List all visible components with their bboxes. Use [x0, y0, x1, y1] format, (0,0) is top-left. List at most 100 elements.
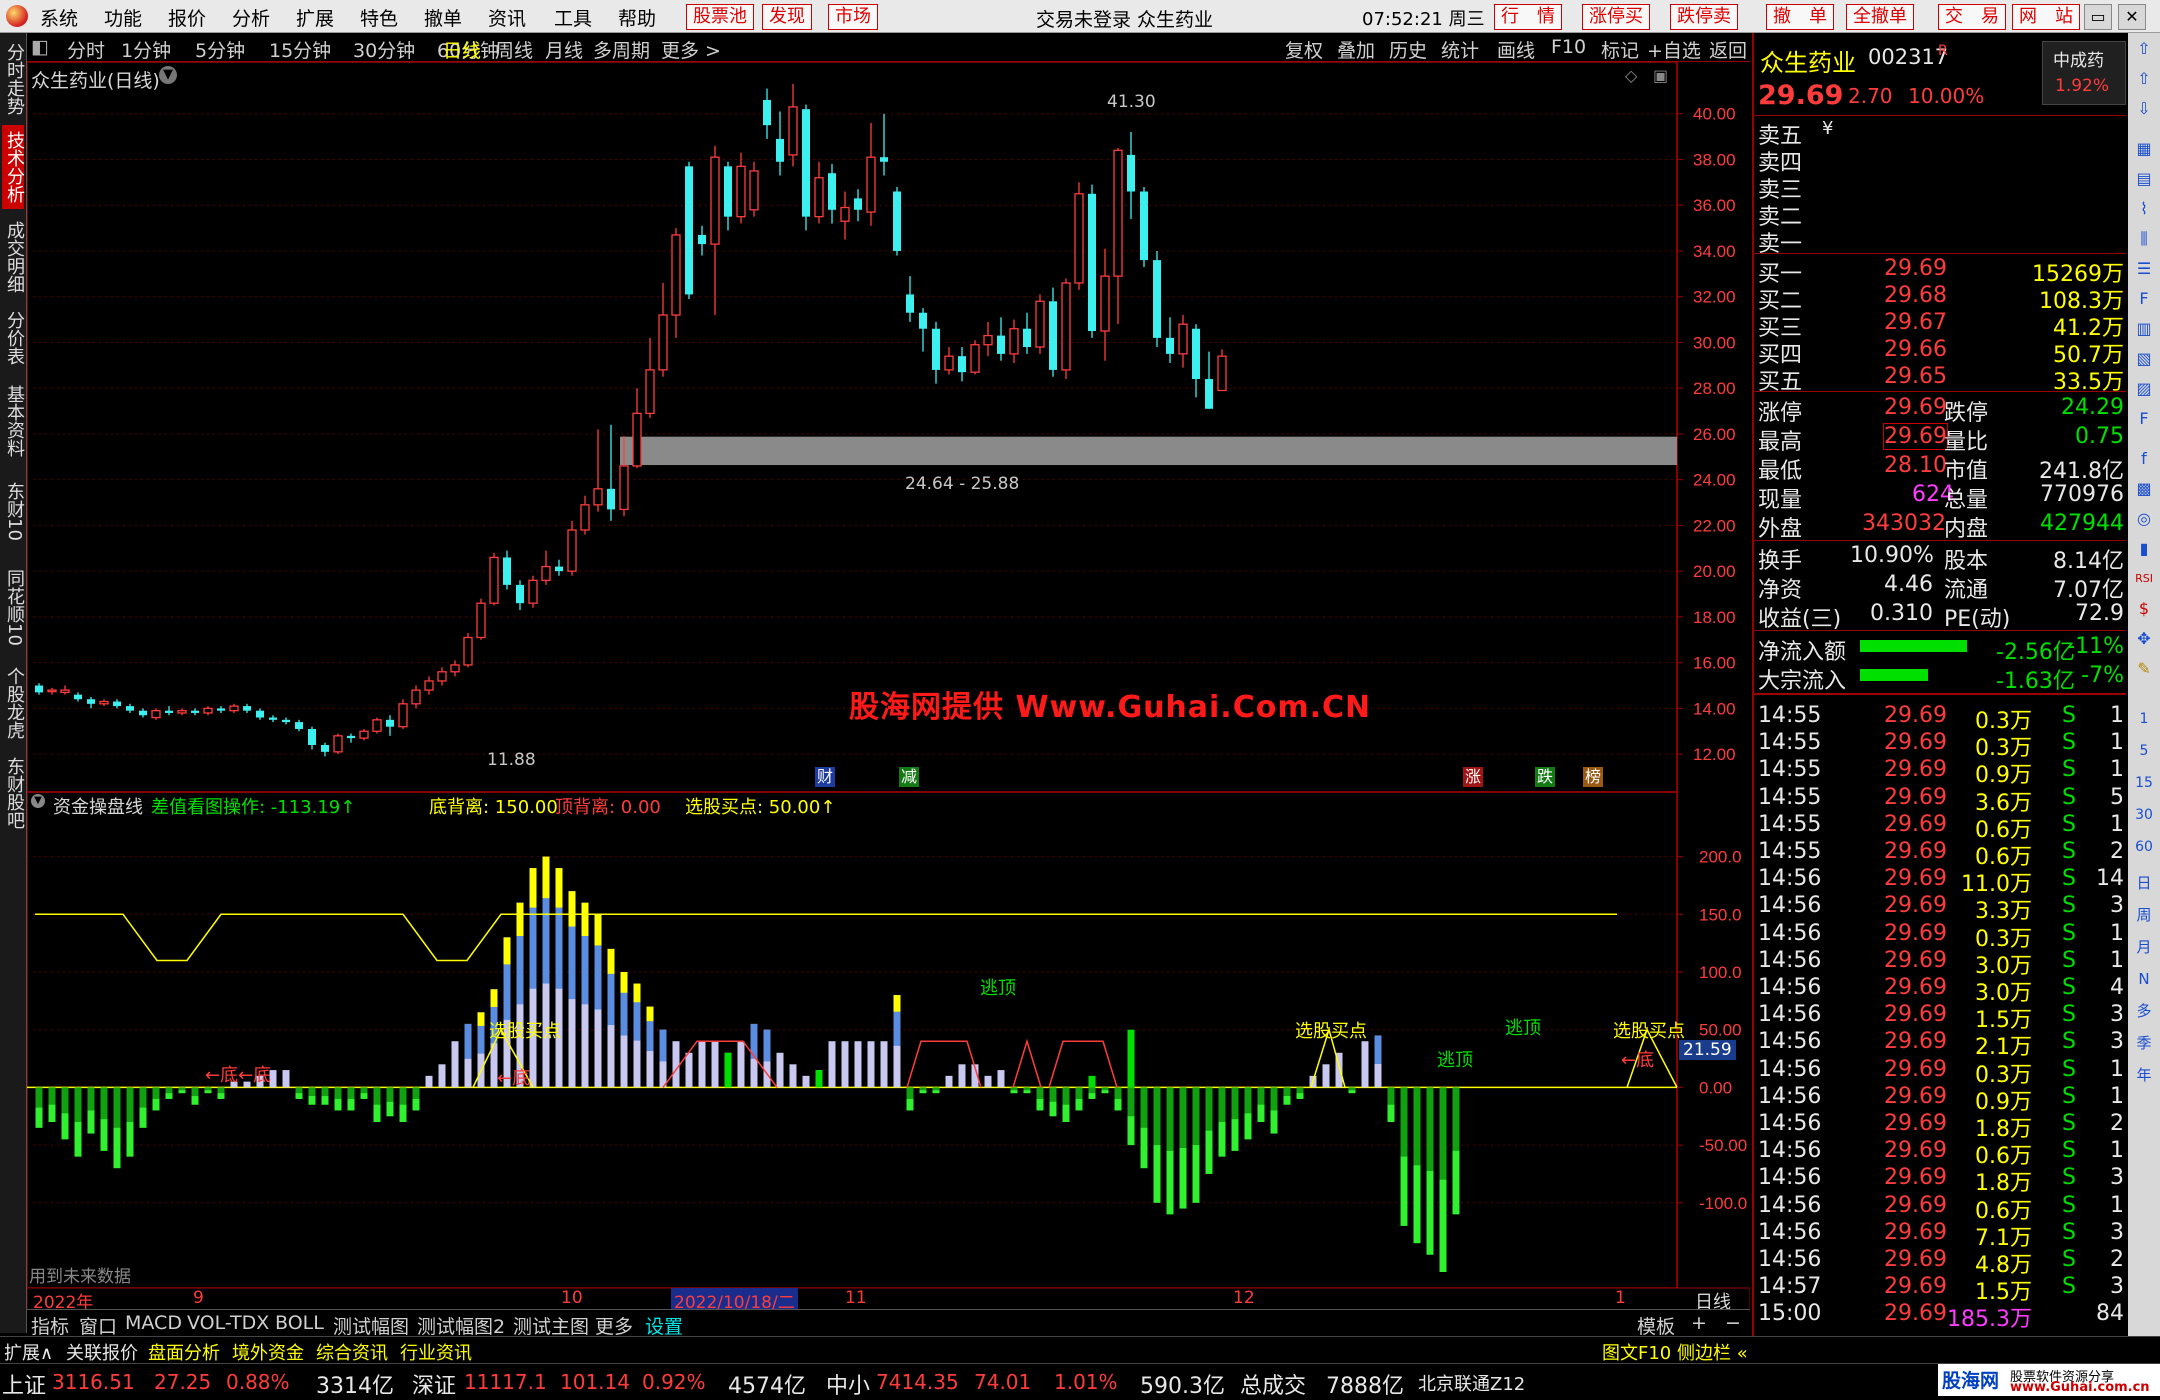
- window-icon[interactable]: ▣: [1653, 66, 1668, 85]
- f-icon[interactable]: F: [2134, 409, 2154, 429]
- extend-toggle[interactable]: 扩展∧: [4, 1339, 53, 1365]
- period-quarter-icon[interactable]: 季: [2134, 1033, 2154, 1053]
- marker-fall[interactable]: 跌: [1535, 767, 1555, 787]
- period-1min[interactable]: 1分钟: [121, 36, 171, 63]
- link-news[interactable]: 综合资讯: [316, 1339, 388, 1365]
- menu-market[interactable]: 市场: [828, 4, 878, 30]
- arrow-up2-icon[interactable]: ⇧: [2134, 69, 2154, 89]
- close-icon[interactable]: ✕: [2118, 4, 2146, 30]
- arrow-up-icon[interactable]: ⇧: [2134, 39, 2154, 59]
- tab-eastmoney10[interactable]: 东财10: [2, 469, 25, 553]
- calc-icon[interactable]: ▩: [2134, 479, 2154, 499]
- period-5-icon[interactable]: 5: [2134, 741, 2154, 761]
- add-pane-button[interactable]: +: [1691, 1312, 1707, 1334]
- chart2-icon[interactable]: ▧: [2134, 349, 2154, 369]
- period-5min[interactable]: 5分钟: [195, 36, 245, 63]
- tab-window[interactable]: 窗口: [79, 1312, 117, 1339]
- period-1-icon[interactable]: 1: [2134, 709, 2154, 729]
- line-chart-icon[interactable]: ⌇: [2134, 199, 2154, 219]
- tab-dragon-tiger[interactable]: 个股龙虎: [2, 661, 25, 745]
- link-industry-news[interactable]: 行业资讯: [400, 1339, 472, 1365]
- btn-limit-up-buy[interactable]: 涨停买: [1582, 4, 1650, 30]
- period-15-icon[interactable]: 15: [2134, 773, 2154, 793]
- period-15min[interactable]: 15分钟: [269, 36, 331, 63]
- tab-trades[interactable]: 成交明细: [2, 215, 25, 299]
- menu-function[interactable]: 功能: [104, 4, 142, 31]
- gauge-icon[interactable]: ◎: [2134, 509, 2154, 529]
- chart-options-icon[interactable]: ▼: [159, 66, 177, 84]
- btn-cancel-all[interactable]: 全撤单: [1846, 4, 1914, 30]
- tool-add-watch[interactable]: +自选: [1647, 36, 1701, 63]
- menu-analysis[interactable]: 分析: [232, 4, 270, 31]
- marker-rise[interactable]: 涨: [1463, 767, 1483, 787]
- table-icon[interactable]: ▤: [2134, 169, 2154, 189]
- tool-f10[interactable]: F10: [1551, 36, 1586, 58]
- tab-test-sub[interactable]: 测试幅图: [333, 1312, 409, 1339]
- period-week-icon[interactable]: 周: [2134, 905, 2154, 925]
- period-day[interactable]: 日线: [443, 36, 481, 63]
- tab-fundamentals[interactable]: 基本资料: [2, 379, 25, 463]
- btn-website[interactable]: 网 站: [2012, 4, 2080, 30]
- doc-icon[interactable]: ▥: [2134, 319, 2154, 339]
- period-year-icon[interactable]: 年: [2134, 1065, 2154, 1085]
- marker-rank[interactable]: 榜: [1583, 767, 1603, 787]
- period-multi-icon[interactable]: 多: [2134, 1001, 2154, 1021]
- tab-macd[interactable]: MACD: [125, 1312, 182, 1334]
- chart-area[interactable]: 40.00 38.00 36.00 34.00 32.00 30.00 28.00 26.00…: [27, 62, 1750, 1313]
- grid-icon[interactable]: ▦: [2134, 139, 2154, 159]
- period-n-icon[interactable]: N: [2134, 969, 2154, 989]
- bar-icon[interactable]: ▮: [2134, 539, 2154, 559]
- tool-stats[interactable]: 统计: [1441, 36, 1479, 63]
- menu-tools[interactable]: 工具: [554, 4, 592, 31]
- btn-trade[interactable]: 交 易: [1938, 4, 2006, 30]
- tab-boll[interactable]: BOLL: [275, 1312, 324, 1334]
- menu-cancel[interactable]: 撤单: [424, 4, 462, 31]
- tab-indicator[interactable]: 指标: [31, 1312, 69, 1339]
- stat-icon[interactable]: ▨: [2134, 379, 2154, 399]
- menu-stock-pool[interactable]: 股票池: [686, 4, 754, 30]
- f10-icon[interactable]: F: [2134, 289, 2154, 309]
- tab-test-sub2[interactable]: 测试幅图2: [417, 1312, 505, 1339]
- period-tick[interactable]: 分时: [67, 36, 105, 63]
- rsi-icon[interactable]: RSI: [2134, 569, 2154, 589]
- list-icon[interactable]: ☰: [2134, 259, 2154, 279]
- diamond-icon[interactable]: ◇: [1625, 66, 1637, 85]
- tab-template[interactable]: 模板: [1637, 1312, 1675, 1339]
- period-week[interactable]: 周线: [495, 36, 533, 63]
- period-more[interactable]: 更多 >: [661, 36, 721, 63]
- tab-ths10[interactable]: 同花顺10: [2, 559, 25, 655]
- tab-more[interactable]: 更多: [595, 1312, 633, 1339]
- marker-reduce[interactable]: 减: [899, 767, 919, 787]
- tool-history[interactable]: 历史: [1389, 36, 1427, 63]
- remove-pane-button[interactable]: −: [1725, 1312, 1741, 1334]
- menu-discover[interactable]: 发现: [762, 4, 812, 30]
- move-icon[interactable]: ✥: [2134, 629, 2154, 649]
- link-market-analysis[interactable]: 盘面分析: [148, 1339, 220, 1365]
- btn-limit-down-sell[interactable]: 跌停卖: [1670, 4, 1738, 30]
- minimize-icon[interactable]: ▭: [2084, 4, 2112, 30]
- tab-technical[interactable]: 技术分析: [2, 125, 25, 209]
- dollar-icon[interactable]: $: [2134, 599, 2154, 619]
- tab-price-table[interactable]: 分价表: [2, 305, 25, 371]
- menu-quote[interactable]: 报价: [168, 4, 206, 31]
- menu-system[interactable]: 系统: [40, 4, 78, 31]
- arrow-down-icon[interactable]: ⇩: [2134, 99, 2154, 119]
- tool-overlay[interactable]: 叠加: [1337, 36, 1375, 63]
- tool-mark[interactable]: 标记: [1601, 36, 1639, 63]
- btn-quote[interactable]: 行 情: [1494, 4, 1562, 30]
- period-month-icon[interactable]: 月: [2134, 937, 2154, 957]
- tab-intraday[interactable]: 分时走势: [2, 37, 25, 121]
- tab-vol-tdx[interactable]: VOL-TDX: [187, 1312, 269, 1334]
- period-60-icon[interactable]: 60: [2134, 837, 2154, 857]
- tab-settings[interactable]: 设置: [645, 1312, 683, 1339]
- menu-extend[interactable]: 扩展: [296, 4, 334, 31]
- tab-test-main[interactable]: 测试主图: [513, 1312, 589, 1339]
- period-30-icon[interactable]: 30: [2134, 805, 2154, 825]
- panel-toggle-icon[interactable]: ◧: [31, 36, 49, 58]
- tool-back[interactable]: 返回: [1709, 36, 1747, 63]
- btn-cancel-order[interactable]: 撤 单: [1766, 4, 1834, 30]
- tick-list[interactable]: 14:55 29.69 0.3万 S 1 14:55 29.69 0.3万 S 1 14:55 29.…: [1754, 695, 2126, 1341]
- period-month[interactable]: 月线: [545, 36, 583, 63]
- period-day-icon[interactable]: 日: [2134, 873, 2154, 893]
- link-related-quote[interactable]: 关联报价: [66, 1339, 138, 1365]
